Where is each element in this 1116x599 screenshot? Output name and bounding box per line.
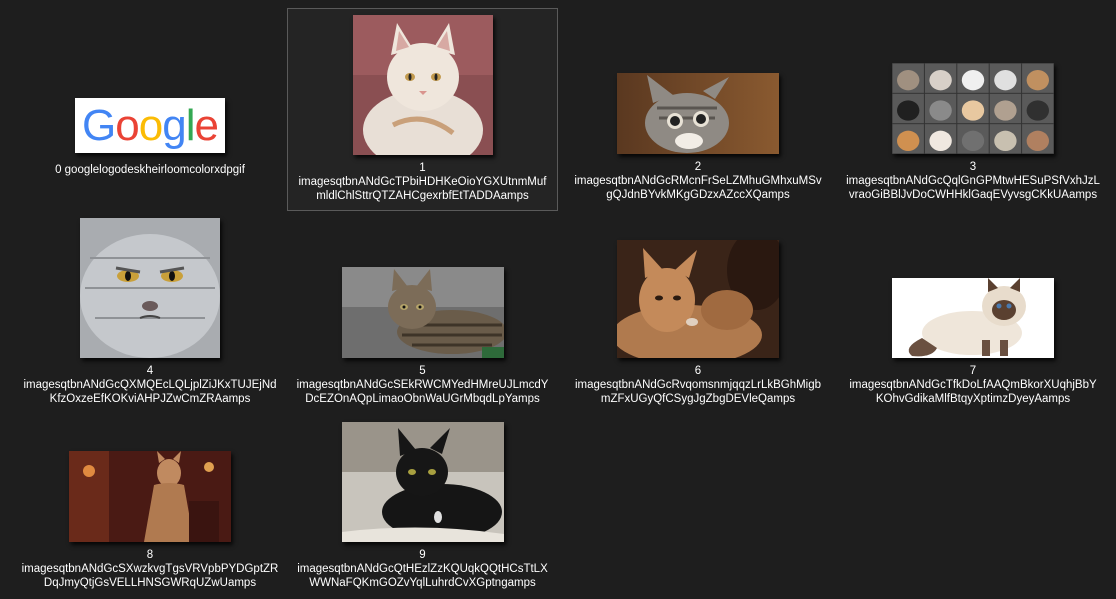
himalayan-cat-thumbnail [892,278,1054,358]
cat-collage-thumbnail [892,63,1054,154]
file-name-label: 7 imagesqtbnANdGcTfkDoLfAAQmBkorXUqhjBbY… [849,365,1097,405]
file-item-6[interactable]: 6 imagesqtbnANdGcRvqomsnmjqqzLrLkBGhMigb… [563,212,833,414]
file-item-4[interactable]: 4 imagesqtbnANdGcQXMQEcLQLjplZiJKxTUJEjN… [15,212,285,414]
collage-tile [957,93,989,124]
cat-collage-grid [892,63,1054,154]
file-name-label: 8 imagesqtbnANdGcSXwzkvgTgsVRVpbPYDGptZR… [21,549,279,589]
file-item-2[interactable]: 2 imagesqtbnANdGcRMcnFrSeLZMhuGMhxuMSv g… [563,8,833,210]
file-item-8[interactable]: 8 imagesqtbnANdGcSXwzkvgTgsVRVpbPYDGptZR… [15,416,285,596]
file-name-label: 5 imagesqtbnANdGcSEkRWCMYedHMreUJLmcdY D… [296,365,549,405]
collage-tile [957,63,989,93]
file-name-label: 4 imagesqtbnANdGcQXMQEcLQLjplZiJKxTUJEjN… [23,365,277,405]
collage-tile [924,63,957,93]
collage-tile [989,63,1022,93]
file-item-3[interactable]: 3 imagesqtbnANdGcQqlGnGPMtwHESuPSfVxhJzL… [838,8,1108,210]
collage-tile [1022,124,1054,154]
file-item-1[interactable]: 1 imagesqtbnANdGcTPbiHDHKeOioYGXUtnmMuf … [287,8,558,211]
collage-tile [892,93,924,124]
grumpy-grey-cat-thumbnail [80,218,220,358]
google-logo-thumbnail: Google [75,98,225,153]
file-name-label: 0 googlelogodeskheirloomcolorxdpgif [55,164,245,176]
collage-tile [892,124,924,154]
file-item-5[interactable]: 5 imagesqtbnANdGcSEkRWCMYedHMreUJLmcdY D… [287,212,558,414]
cats-movie-still-thumbnail [617,240,779,358]
collage-tile [924,124,957,154]
file-name-label: 9 imagesqtbnANdGcQtHEzlZzKQUqkQQtHCsTtLX… [297,549,548,589]
collage-tile [989,124,1022,154]
collage-tile [892,63,924,93]
black-cat-thumbnail [341,422,504,542]
lying-tabby-cat-thumbnail [341,267,504,358]
tabby-kitten-thumbnail [617,73,779,154]
file-name-label: 3 imagesqtbnANdGcQqlGnGPMtwHESuPSfVxhJzL… [846,161,1100,201]
collage-tile [924,93,957,124]
file-item-9[interactable]: 9 imagesqtbnANdGcQtHEzlZzKQUqkQQtHCsTtLX… [287,416,558,596]
file-name-label: 6 imagesqtbnANdGcRvqomsnmjqqzLrLkBGhMigb… [574,365,822,405]
collage-tile [989,93,1022,124]
file-name-label: 1 imagesqtbnANdGcTPbiHDHKeOioYGXUtnmMuf … [298,162,547,202]
cats-musical-thumbnail [69,451,231,542]
file-item-7[interactable]: 7 imagesqtbnANdGcTfkDoLfAAQmBkorXUqhjBbY… [838,212,1108,414]
collage-tile [957,124,989,154]
file-thumbnail-grid: Google 0 googlelogodeskheirloomcolorxdpg… [0,0,1116,599]
file-name-label: 2 imagesqtbnANdGcRMcnFrSeLZMhuGMhxuMSv g… [574,161,822,201]
collage-tile [1022,93,1054,124]
file-item-0[interactable]: Google 0 googlelogodeskheirloomcolorxdpg… [15,8,285,210]
white-cat-thumbnail [352,15,493,155]
collage-tile [1022,63,1054,93]
